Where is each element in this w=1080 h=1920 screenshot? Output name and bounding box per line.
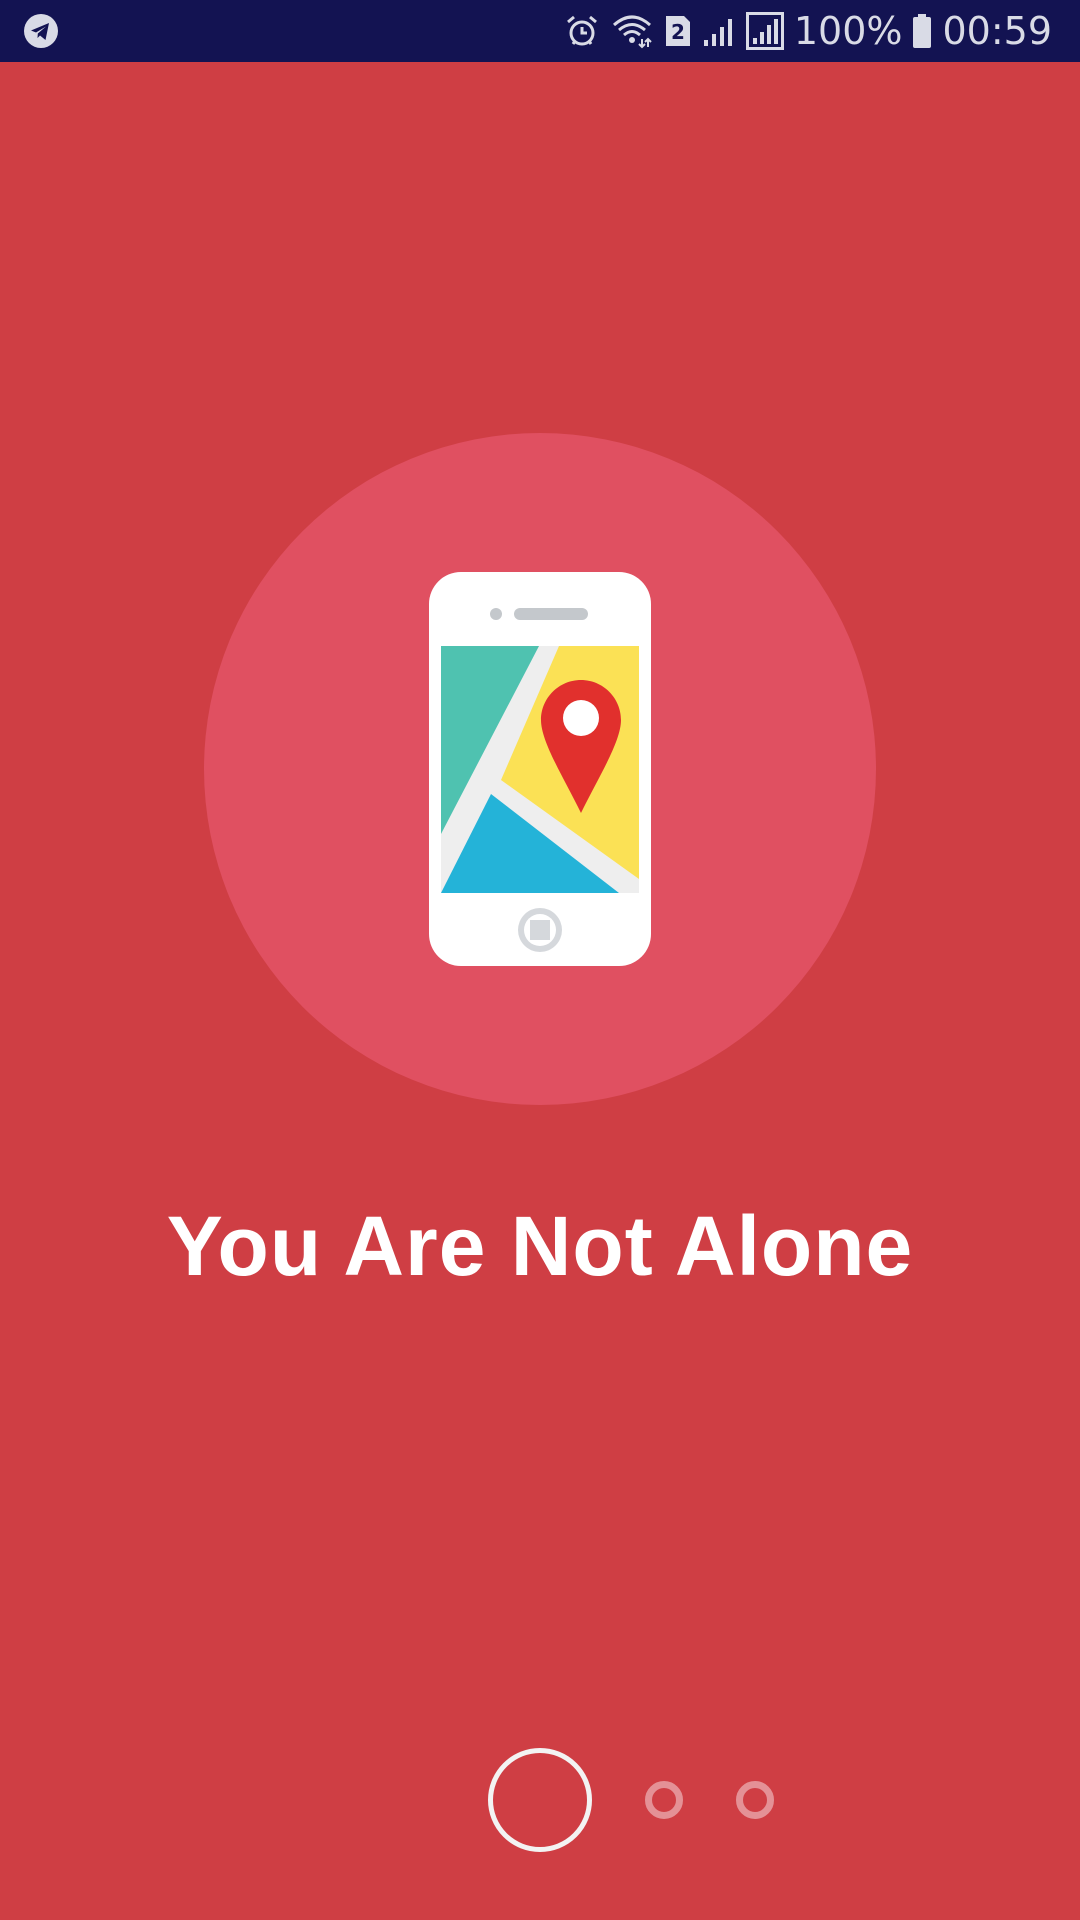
- page-indicator-1[interactable]: [488, 1748, 592, 1852]
- battery-percent: 100%: [793, 9, 903, 53]
- status-icons: 2 100% 00:59: [564, 0, 1052, 62]
- onboarding-title: You Are Not Alone: [166, 1199, 914, 1293]
- battery-icon: [912, 13, 932, 49]
- page-indicator-2[interactable]: [645, 1781, 683, 1819]
- wifi-icon: [610, 13, 654, 49]
- signal-icon: [745, 12, 784, 50]
- sim-icon: 2: [664, 14, 692, 48]
- telegram-icon: [22, 12, 60, 50]
- signal-icon: [702, 14, 736, 48]
- status-bar: 2 100% 00:59: [0, 0, 1080, 62]
- phone-map-pin-icon: [429, 572, 651, 966]
- sim-badge: 2: [671, 20, 685, 44]
- page-indicator-3[interactable]: [736, 1781, 774, 1819]
- clock: 00:59: [942, 9, 1052, 53]
- alarm-icon: [564, 13, 600, 49]
